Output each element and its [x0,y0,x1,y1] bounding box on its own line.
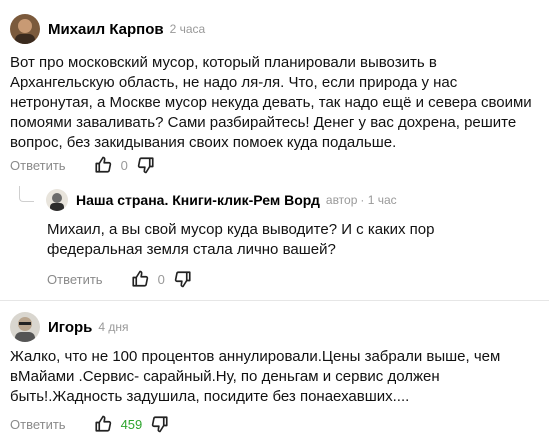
likes-count: 459 [120,416,143,432]
avatar[interactable] [46,189,68,211]
comment-time: · 1 час [360,193,397,207]
likes-count: 0 [120,157,128,173]
thumbs-down-icon[interactable] [151,415,169,433]
comment-actions: Ответить 0 [10,156,155,174]
comment-text: Жалко, что не 100 процентов аннулировали… [10,348,501,405]
comment-actions: Ответить 0 [47,270,192,288]
comment-text: Михаил, а вы свой мусор куда выводите? И… [47,221,435,258]
thumbs-up-icon[interactable] [94,415,112,433]
comment-time: 4 дня [98,320,129,334]
reply-button[interactable]: Ответить [10,158,66,173]
author-name[interactable]: Наша страна. Книги-клик-Рем Ворд [76,192,320,208]
author-name[interactable]: Игорь [48,319,92,336]
comment-time: 2 часа [169,22,206,36]
author-name[interactable]: Михаил Карпов [48,21,164,38]
reply-button[interactable]: Ответить [10,417,66,432]
comment-divider [0,300,549,301]
comment-text: Вот про московский мусор, который планир… [10,54,532,151]
comment-header: Наша страна. Книги-клик-Рем Ворд автор ·… [46,189,397,211]
thumbs-down-icon[interactable] [137,156,155,174]
thumbs-up-icon[interactable] [131,270,149,288]
avatar[interactable] [10,312,40,342]
reply-button[interactable]: Ответить [47,272,103,287]
avatar[interactable] [10,14,40,44]
thumbs-down-icon[interactable] [174,270,192,288]
comment-actions: Ответить 459 [10,415,169,433]
comment-header: Игорь 4 дня [10,312,129,342]
comment-header: Михаил Карпов 2 часа [10,14,205,44]
likes-count: 0 [157,271,165,287]
thumbs-up-icon[interactable] [94,156,112,174]
reply-thread-line [19,186,34,202]
author-badge: автор [325,193,358,207]
